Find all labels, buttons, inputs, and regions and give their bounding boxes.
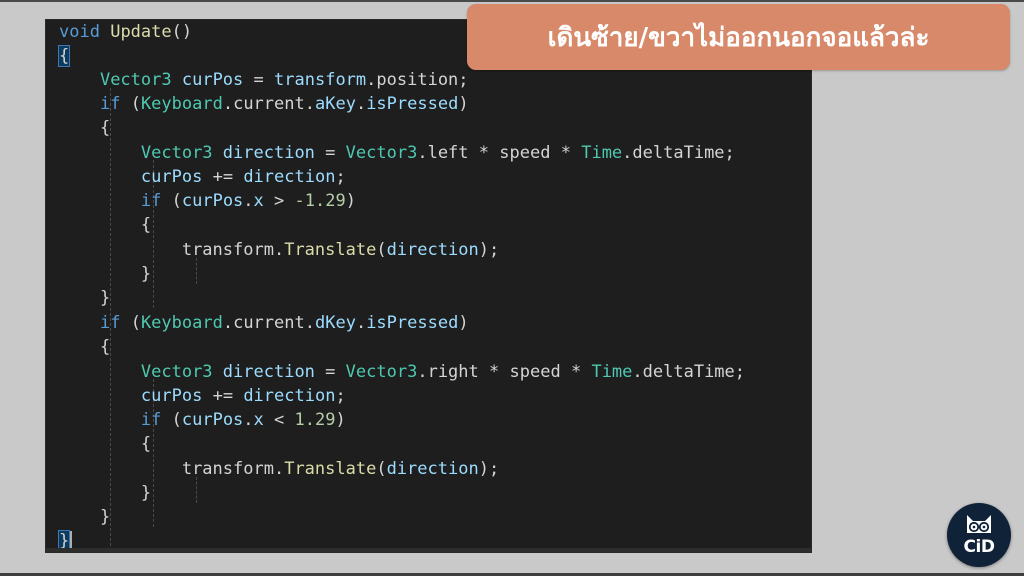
code-line: { bbox=[140, 434, 152, 454]
code-line: { bbox=[99, 337, 111, 357]
code-line: } bbox=[140, 264, 152, 284]
code-line: Vector3 direction = Vector3.left * speed… bbox=[140, 143, 735, 163]
code-editor[interactable]: void Update() { Vector3 curPos = transfo… bbox=[46, 20, 811, 552]
code-line: { bbox=[140, 215, 152, 235]
code-line: } bbox=[99, 288, 111, 308]
code-line: if (curPos.x > -1.29) bbox=[140, 191, 356, 211]
logo-text: CiD bbox=[963, 537, 995, 557]
caption-text: เดินซ้าย/ขวาไม่ออกนอกจอแล้วล่ะ bbox=[547, 22, 930, 53]
top-border bbox=[0, 0, 1024, 2]
code-line: if (curPos.x < 1.29) bbox=[140, 410, 346, 430]
code-line: Vector3 direction = Vector3.right * spee… bbox=[140, 362, 746, 382]
code-line: { bbox=[57, 45, 71, 67]
code-line: void Update() bbox=[59, 22, 193, 42]
code-line: transform.Translate(direction); bbox=[181, 459, 500, 479]
code-line: transform.Translate(direction); bbox=[181, 240, 500, 260]
code-line: curPos += direction; bbox=[140, 386, 346, 406]
code-line: } bbox=[140, 483, 152, 503]
code-line: Vector3 curPos = transform.position; bbox=[99, 70, 469, 90]
channel-logo: CiD bbox=[947, 503, 1011, 567]
code-line: } bbox=[99, 507, 111, 527]
code-line: if (Keyboard.current.dKey.isPressed) bbox=[99, 313, 469, 333]
caption-banner: เดินซ้าย/ขวาไม่ออกนอกจอแล้วล่ะ bbox=[467, 4, 1010, 70]
editor-bottom-bar bbox=[46, 548, 811, 552]
code-line: curPos += direction; bbox=[140, 167, 346, 187]
code-line: if (Keyboard.current.aKey.isPressed) bbox=[99, 94, 469, 114]
code-line: { bbox=[99, 118, 111, 138]
